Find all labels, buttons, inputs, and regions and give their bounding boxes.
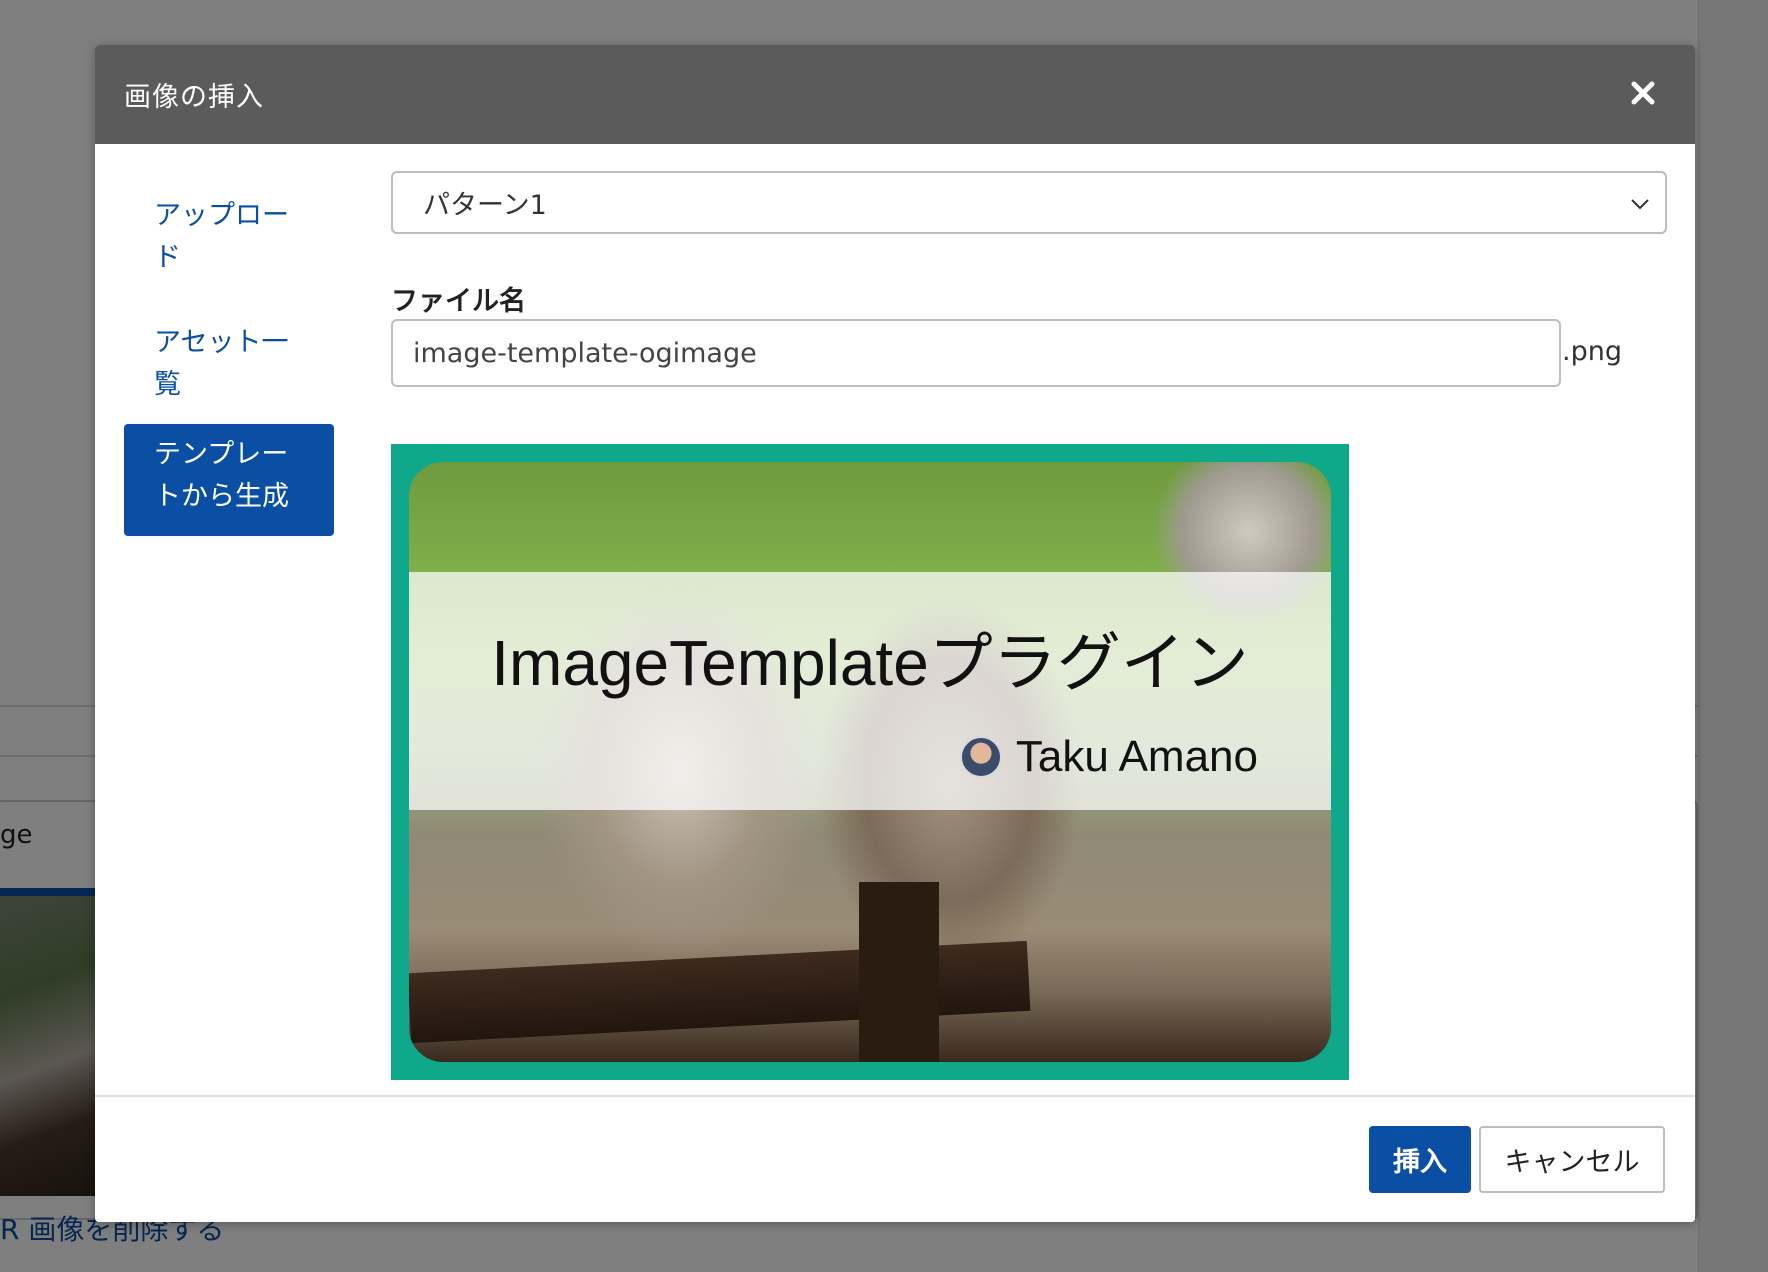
close-button[interactable] — [1621, 73, 1665, 117]
avatar — [959, 736, 1002, 778]
pattern-select-value: パターン1 — [423, 190, 547, 221]
filename-label: ファイル名 — [391, 286, 526, 317]
preview-background-photo: ImageTemplateプラグイン Taku Amano — [409, 462, 1331, 1062]
cancel-button[interactable]: キャンセル — [1479, 1126, 1665, 1193]
insert-button[interactable]: 挿入 — [1369, 1126, 1471, 1193]
photo-post — [859, 882, 939, 1062]
dialog-header: 画像の挿入 — [95, 45, 1695, 144]
dialog-body: アップロード アセット一覧 テンプレートから生成 パターン1 ファイル名 .pn… — [95, 144, 1695, 1095]
nav-upload[interactable]: アップロード — [124, 185, 334, 289]
nav-generate-from-template[interactable]: テンプレートから生成 — [124, 424, 334, 536]
filename-input[interactable] — [391, 319, 1561, 387]
chevron-down-icon — [1629, 187, 1651, 218]
template-preview: ImageTemplateプラグイン Taku Amano — [391, 444, 1349, 1080]
filename-extension: .png — [1562, 336, 1622, 367]
insert-image-dialog: 画像の挿入 アップロード アセット一覧 テンプレートから生成 パターン1 ファイ… — [95, 45, 1695, 1222]
dialog-title: 画像の挿入 — [124, 82, 264, 113]
nav-asset-list[interactable]: アセット一覧 — [124, 312, 334, 416]
dialog-footer: 挿入 キャンセル — [95, 1095, 1695, 1222]
close-icon — [1630, 80, 1656, 109]
preview-author: Taku Amano — [959, 732, 1258, 782]
pattern-select[interactable]: パターン1 — [391, 171, 1667, 234]
preview-title: ImageTemplateプラグイン — [491, 627, 1249, 699]
preview-author-name: Taku Amano — [1015, 732, 1258, 781]
